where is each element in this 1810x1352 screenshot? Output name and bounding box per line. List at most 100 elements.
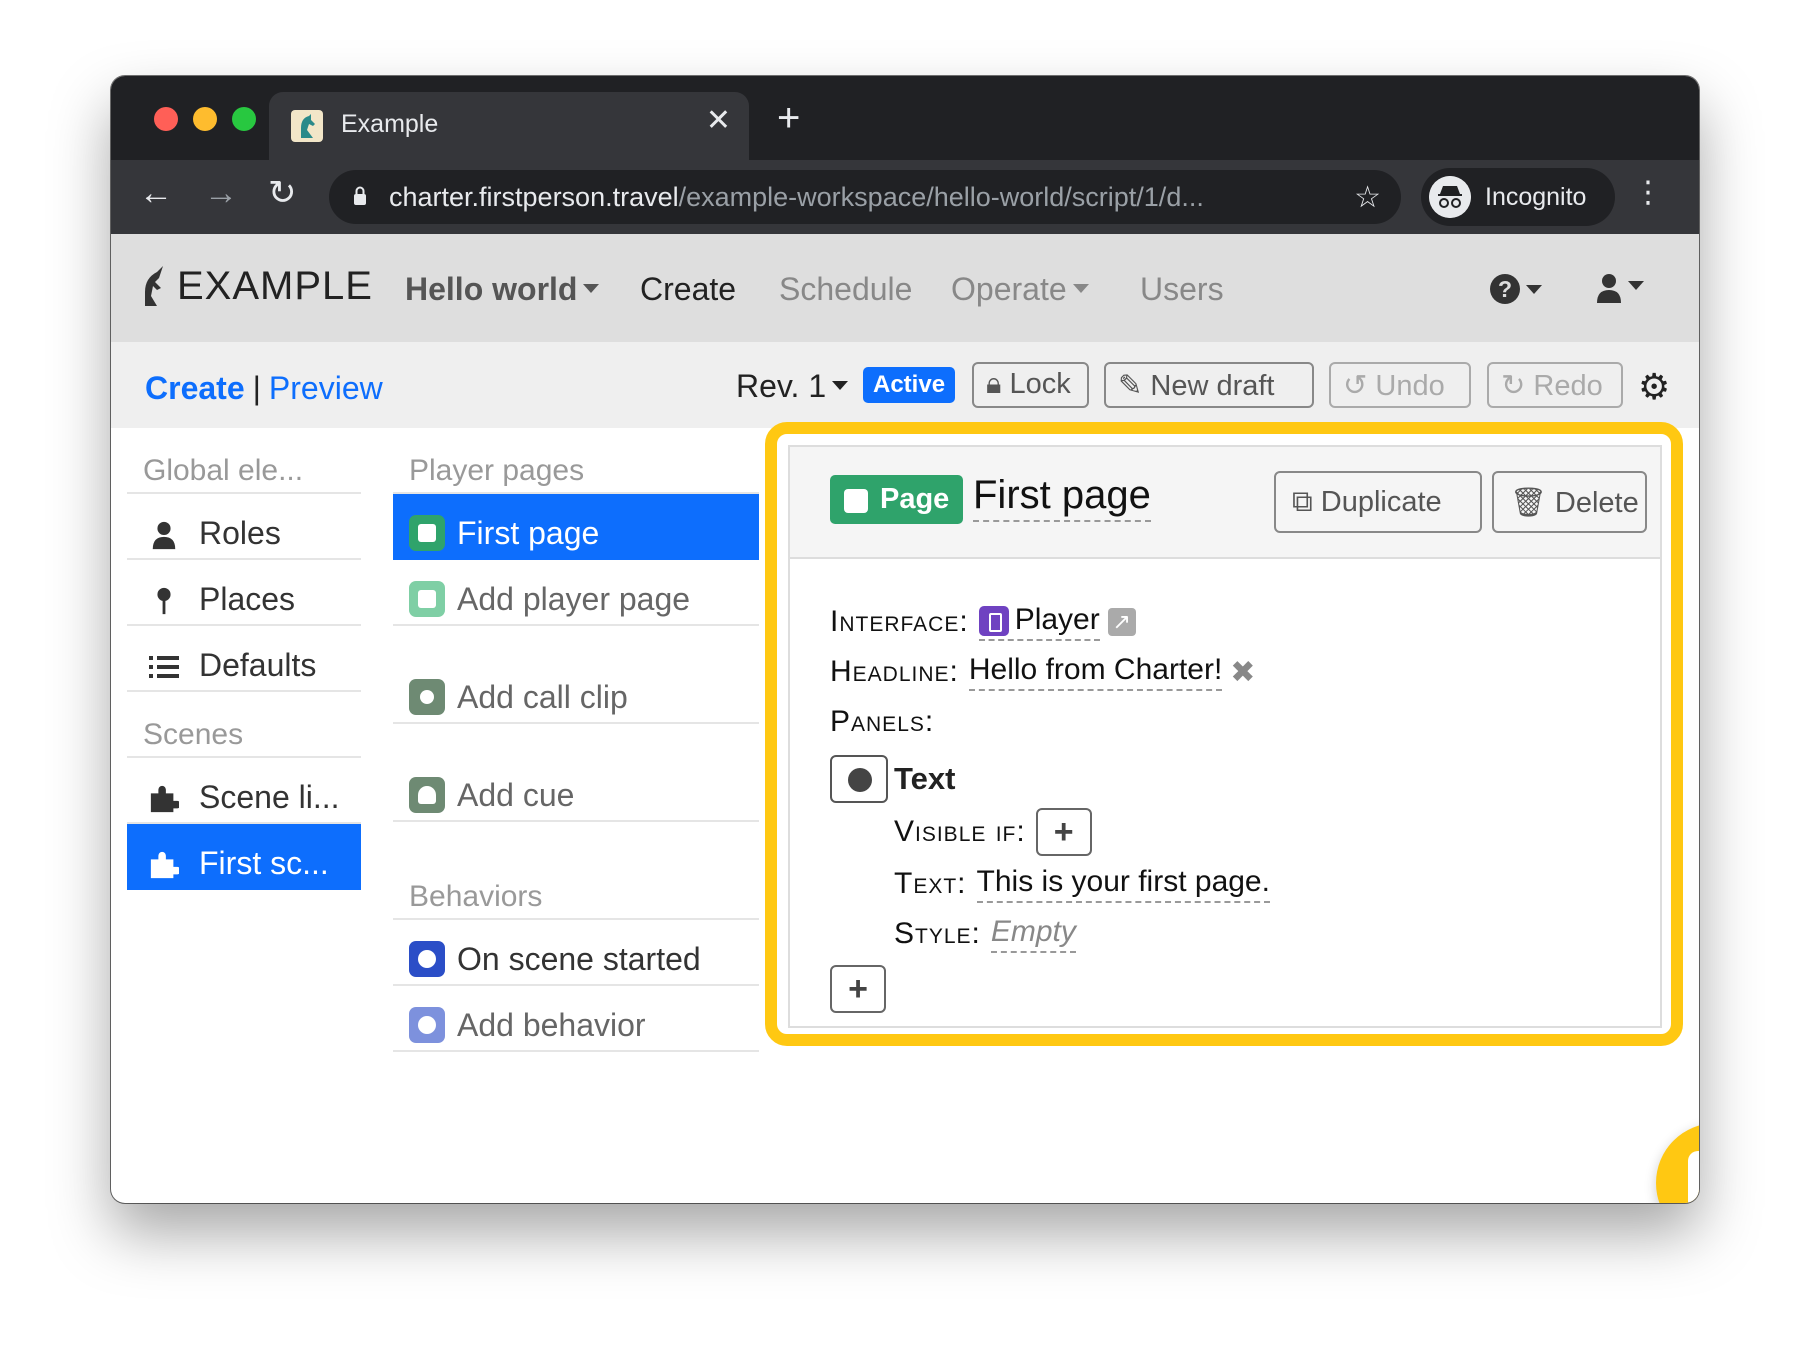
redo-label: Redo (1533, 370, 1603, 402)
browser-tab[interactable]: Example ✕ (269, 92, 749, 160)
tab-strip: Example ✕ + (111, 76, 1699, 160)
new-draft-button[interactable]: ✎ New draft (1104, 362, 1314, 408)
redo-button[interactable]: ↻ Redo (1487, 362, 1623, 408)
url-path: /example-workspace/hello-world/script/1/… (678, 182, 1204, 212)
add-player-page-button[interactable]: Add player page (393, 560, 759, 626)
nav-operate-label: Operate (951, 271, 1067, 307)
url-host: charter.firstperson.travel (389, 182, 679, 212)
list-item-label: First page (457, 514, 600, 551)
sidebar: Global ele... Roles Places Defaults Scen… (127, 428, 361, 890)
sidebar-item-label: Places (199, 581, 296, 617)
page-title[interactable]: First page (973, 473, 1151, 522)
help-dropdown[interactable]: ? (1490, 274, 1542, 304)
sidebar-item-scene-list[interactable]: Scene li... (127, 758, 361, 824)
text-label: Text: (894, 867, 967, 900)
add-condition-button[interactable]: + (1035, 808, 1092, 856)
sidebar-heading-global[interactable]: Global ele... (127, 428, 361, 494)
player-pages-heading: Player pages (393, 428, 759, 494)
puzzle-icon (141, 781, 187, 813)
sidebar-item-label: Defaults (199, 647, 317, 683)
panel-toggle-button[interactable] (830, 755, 888, 803)
text-field: Text: This is your first page. (830, 859, 1640, 909)
duplicate-button[interactable]: ⧉ Duplicate (1274, 471, 1482, 533)
lock-icon: 🔒︎ (986, 368, 1002, 400)
editor-subheader: Create | Preview Rev. 1 Active 🔒︎ Lock ✎ N… (111, 342, 1699, 428)
list-item-on-scene-started[interactable]: On scene started (393, 920, 759, 986)
arrow-left-icon[interactable]: ← (139, 176, 173, 210)
tab-close-icon[interactable]: ✕ (706, 106, 731, 136)
close-window-button[interactable] (154, 107, 178, 131)
list-item-label: On scene started (457, 940, 701, 977)
pencil-icon: ✎ (1118, 370, 1143, 402)
sidebar-item-label: First sc... (199, 845, 329, 881)
app-navbar: EXAMPLE Hello world Create Schedule Oper… (111, 234, 1699, 342)
delete-button[interactable]: 🗑︎ Delete (1492, 471, 1647, 533)
nav-operate-dropdown[interactable]: Operate (951, 271, 1089, 308)
puzzle-icon (141, 847, 187, 879)
incognito-badge[interactable]: Incognito (1421, 168, 1615, 226)
close-icon[interactable]: ✖ (1230, 655, 1255, 690)
headline-value[interactable]: Hello from Charter! (968, 653, 1223, 691)
add-panel-row: + (830, 965, 1640, 1013)
sidebar-item-defaults[interactable]: Defaults (127, 626, 361, 692)
chat-icon (1688, 1151, 1699, 1203)
panels-field: Panels: (830, 697, 1640, 747)
add-cue-button[interactable]: Add cue (393, 756, 759, 822)
text-value[interactable]: This is your first page. (976, 865, 1270, 903)
quill-logo-icon (145, 265, 163, 306)
lock-button[interactable]: 🔒︎ Lock (972, 362, 1089, 408)
user-icon (1597, 274, 1621, 303)
arrow-right-icon[interactable]: → (204, 176, 238, 210)
workspace-dropdown[interactable]: Hello world (405, 271, 600, 308)
visible-if-label: Visible if: (894, 815, 1026, 848)
gear-icon[interactable]: ⚙ (1638, 366, 1670, 408)
phone-icon (978, 606, 1009, 637)
brand[interactable]: EXAMPLE (139, 264, 373, 309)
workspace-label: Hello world (405, 271, 578, 307)
chevron-down-icon (1526, 285, 1542, 295)
add-behavior-button[interactable]: Add behavior (393, 986, 759, 1052)
sidebar-item-roles[interactable]: Roles (127, 494, 361, 560)
zoom-window-button[interactable] (232, 107, 256, 131)
panels-label: Panels: (830, 705, 935, 738)
tab-create[interactable]: Create (145, 370, 245, 406)
style-value[interactable]: Empty (990, 915, 1076, 953)
chat-launcher-button[interactable] (1656, 1123, 1699, 1203)
add-call-clip-button[interactable]: Add call clip (393, 658, 759, 724)
chevron-down-icon (1628, 280, 1644, 290)
sidebar-item-places[interactable]: Places (127, 560, 361, 626)
headline-label: Headline: (830, 655, 959, 688)
user-dropdown[interactable] (1596, 272, 1644, 304)
style-label: Style: (894, 917, 981, 950)
headline-field: Headline: Hello from Charter! ✖ (830, 647, 1640, 697)
tab-separator: | (252, 370, 261, 406)
revision-dropdown[interactable]: Rev. 1 (736, 368, 849, 405)
browser-toolbar: ← → ↻ charter.firstperson.travel/example… (111, 160, 1699, 234)
interface-value[interactable]: Player (978, 603, 1100, 641)
nav-create[interactable]: Create (640, 271, 736, 308)
minimize-window-button[interactable] (193, 107, 217, 131)
incognito-label: Incognito (1485, 183, 1587, 211)
bell-icon (409, 777, 445, 813)
undo-button[interactable]: ↺ Undo (1329, 362, 1471, 408)
list-item-label: Add behavior (457, 1006, 646, 1043)
reload-icon[interactable]: ↻ (268, 176, 297, 210)
kebab-menu-icon[interactable]: ⋮ (1633, 178, 1663, 208)
list-item-first-page[interactable]: First page (393, 494, 759, 560)
star-icon[interactable]: ☆ (1354, 180, 1381, 215)
nav-users[interactable]: Users (1140, 271, 1224, 308)
panel-type-label: Text (894, 761, 956, 796)
new-tab-button[interactable]: + (777, 98, 800, 138)
tab-preview[interactable]: Preview (269, 370, 383, 406)
behavior-icon (409, 941, 445, 977)
undo-icon: ↺ (1343, 370, 1368, 402)
pin-icon (141, 583, 187, 615)
card-body: Interface: Player ↗ Headline: Hello from… (830, 597, 1640, 1013)
external-link-icon[interactable]: ↗ (1107, 608, 1136, 636)
sidebar-item-first-scene[interactable]: First sc... (127, 824, 361, 890)
address-bar[interactable]: charter.firstperson.travel/example-works… (329, 170, 1401, 224)
add-panel-button[interactable]: + (830, 965, 886, 1013)
nav-schedule[interactable]: Schedule (779, 271, 912, 308)
url-text[interactable]: charter.firstperson.travel/example-works… (389, 182, 1329, 213)
revision-label: Rev. 1 (736, 368, 827, 404)
